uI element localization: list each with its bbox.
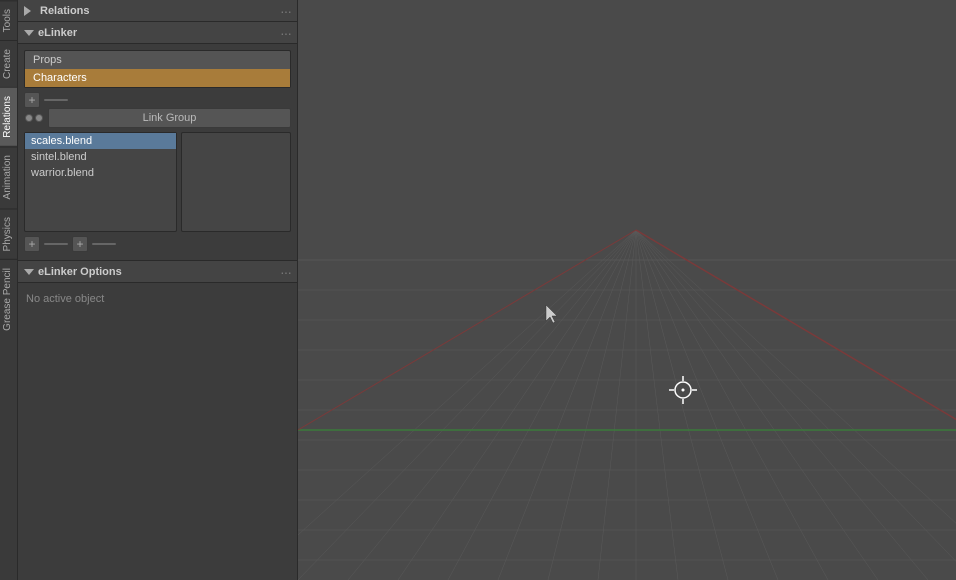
relations-collapse-icon[interactable] <box>24 6 36 16</box>
link-circle-2 <box>35 114 43 122</box>
link-icon <box>24 110 44 126</box>
list-item-characters[interactable]: Characters <box>25 69 290 87</box>
tab-grease-pencil[interactable]: Grease Pencil <box>0 259 17 339</box>
file-list-divider-left <box>44 243 68 245</box>
relations-options-icon[interactable]: ··· <box>280 3 291 19</box>
relations-title: Relations <box>40 5 90 17</box>
tab-tools[interactable]: Tools <box>0 0 17 40</box>
vertical-tabs: Tools Create Relations Animation Physics… <box>0 0 18 580</box>
elinker-options-collapse-icon[interactable] <box>24 269 34 275</box>
tab-physics[interactable]: Physics <box>0 208 17 259</box>
file-item-scales[interactable]: scales.blend <box>25 133 176 149</box>
tab-create[interactable]: Create <box>0 40 17 87</box>
link-circles <box>25 114 43 122</box>
viewport[interactable]: User Persp <box>298 0 956 580</box>
file-list-divider-right <box>92 243 116 245</box>
add-group-button[interactable]: + <box>24 92 40 108</box>
no-active-label: No active object <box>24 289 291 309</box>
elinker-options-header: eLinker Options ··· <box>18 261 297 283</box>
list-item-props[interactable]: Props <box>25 51 290 69</box>
viewport-grid <box>298 0 956 580</box>
elinker-options-title: eLinker Options <box>38 266 122 278</box>
elinker-header-left: eLinker <box>24 27 77 39</box>
left-panel: Relations ··· eLinker ··· Props Characte… <box>18 0 298 580</box>
link-group-row: Link Group <box>24 108 291 128</box>
file-item-warrior[interactable]: warrior.blend <box>25 165 176 181</box>
add-file-button[interactable]: + <box>24 236 40 252</box>
elinker-body: Props Characters + Link Group <box>18 44 297 261</box>
elinker-collapse-icon[interactable] <box>24 30 34 36</box>
tab-relations[interactable]: Relations <box>0 87 17 146</box>
file-list-left: scales.blend sintel.blend warrior.blend <box>24 132 177 232</box>
relations-header: Relations ··· <box>18 0 297 22</box>
elinker-header: eLinker ··· <box>18 22 297 44</box>
add-file-button-right[interactable]: + <box>72 236 88 252</box>
elinker-options-dots-icon[interactable]: ··· <box>280 264 291 280</box>
group-list-divider <box>44 99 68 101</box>
tab-animation[interactable]: Animation <box>0 146 17 207</box>
elinker-options-body: No active object <box>18 283 297 315</box>
group-list-controls: + <box>24 92 291 108</box>
file-list-right <box>181 132 291 232</box>
group-list: Props Characters <box>24 50 291 88</box>
link-group-button[interactable]: Link Group <box>48 108 291 128</box>
file-item-sintel[interactable]: sintel.blend <box>25 149 176 165</box>
elinker-options-header-left: eLinker Options <box>24 266 122 278</box>
file-list-controls: + + <box>24 234 291 254</box>
file-list-area: scales.blend sintel.blend warrior.blend <box>24 132 291 232</box>
relations-header-left: Relations <box>24 5 90 17</box>
link-circle-1 <box>25 114 33 122</box>
elinker-options-icon[interactable]: ··· <box>280 25 291 41</box>
elinker-title: eLinker <box>38 27 77 39</box>
